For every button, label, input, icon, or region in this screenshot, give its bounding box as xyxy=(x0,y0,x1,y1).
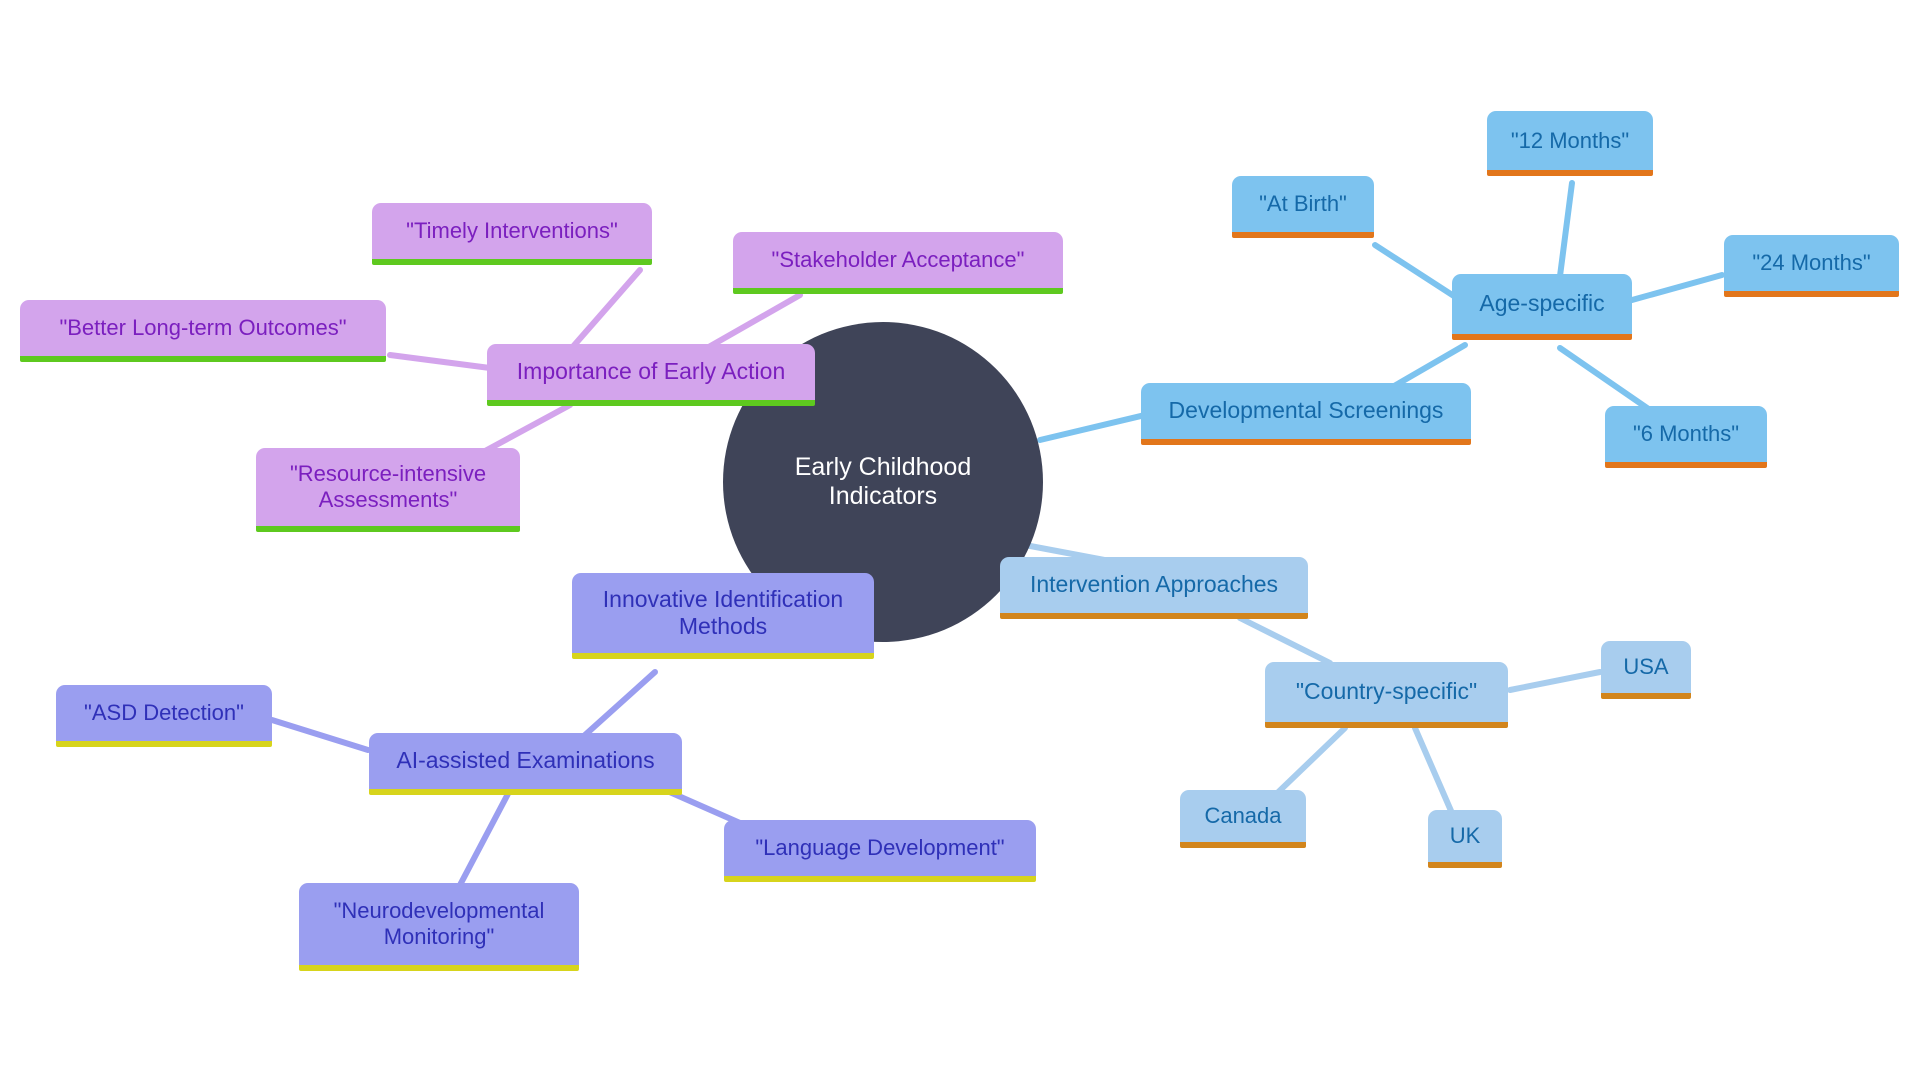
node-label-asd-detection: "ASD Detection" xyxy=(84,700,244,726)
node-uk[interactable]: UK xyxy=(1428,810,1502,868)
node-innovative-identification-methods[interactable]: Innovative Identification Methods xyxy=(572,573,874,659)
edge-country-to-usa xyxy=(1507,669,1603,693)
node-asd-detection[interactable]: "ASD Detection" xyxy=(56,685,272,747)
edge-agespecific-to-atbirth xyxy=(1372,242,1463,303)
node-label-neurodevelopmental-monitoring: "Neurodevelopmental Monitoring" xyxy=(333,898,545,949)
node-label-stakeholder-acceptance: "Stakeholder Acceptance" xyxy=(771,247,1025,273)
node-country-specific[interactable]: "Country-specific" xyxy=(1265,662,1508,728)
node-label-importance-of-early-action: Importance of Early Action xyxy=(516,358,786,385)
mindmap-canvas: Early Childhood Indicators Importance of… xyxy=(0,0,1920,1080)
node-language-development[interactable]: "Language Development" xyxy=(724,820,1036,882)
node-label-24-months: "24 Months" xyxy=(1752,250,1871,276)
node-6-months[interactable]: "6 Months" xyxy=(1605,406,1767,468)
node-label-language-development: "Language Development" xyxy=(755,835,1005,861)
node-label-6-months: "6 Months" xyxy=(1632,421,1740,447)
node-importance-of-early-action[interactable]: Importance of Early Action xyxy=(487,344,815,406)
node-label-timely-interventions: "Timely Interventions" xyxy=(406,218,618,244)
node-ai-assisted-examinations[interactable]: AI-assisted Examinations xyxy=(369,733,682,795)
edge-ai-to-asd xyxy=(269,717,371,753)
node-timely-interventions[interactable]: "Timely Interventions" xyxy=(372,203,652,265)
node-neurodevelopmental-monitoring[interactable]: "Neurodevelopmental Monitoring" xyxy=(299,883,579,971)
edge-root-to-screenings xyxy=(1037,412,1148,443)
edge-importance-to-outcomes xyxy=(387,352,493,371)
node-label-resource-intensive-assessments: "Resource-intensive Assessments" xyxy=(289,461,487,512)
node-stakeholder-acceptance[interactable]: "Stakeholder Acceptance" xyxy=(733,232,1063,294)
edge-ai-to-neuro xyxy=(457,787,513,888)
node-canada[interactable]: Canada xyxy=(1180,790,1306,848)
root-node-label: Early Childhood Indicators xyxy=(794,452,972,511)
node-label-intervention-approaches: Intervention Approaches xyxy=(1029,571,1279,598)
node-age-specific[interactable]: Age-specific xyxy=(1452,274,1632,340)
node-label-ai-assisted-examinations: AI-assisted Examinations xyxy=(396,747,655,774)
node-intervention-approaches[interactable]: Intervention Approaches xyxy=(1000,557,1308,619)
edge-agespecific-to-6months xyxy=(1557,345,1653,413)
node-12-months[interactable]: "12 Months" xyxy=(1487,111,1653,176)
node-label-usa: USA xyxy=(1623,654,1669,680)
node-label-innovative-identification-methods: Innovative Identification Methods xyxy=(602,585,844,639)
node-developmental-screenings[interactable]: Developmental Screenings xyxy=(1141,383,1471,445)
edge-intervention-to-country xyxy=(1237,615,1333,666)
node-label-12-months: "12 Months" xyxy=(1510,127,1630,153)
node-label-age-specific: Age-specific xyxy=(1479,290,1605,317)
node-label-country-specific: "Country-specific" xyxy=(1295,678,1478,705)
edge-innovative-to-ai xyxy=(582,669,658,738)
node-24-months[interactable]: "24 Months" xyxy=(1724,235,1899,297)
node-resource-intensive-assessments[interactable]: "Resource-intensive Assessments" xyxy=(256,448,520,532)
edge-agespecific-to-24months xyxy=(1629,272,1725,303)
edge-agespecific-to-12months xyxy=(1557,180,1575,279)
edge-country-to-uk xyxy=(1412,725,1458,823)
node-better-long-term-outcomes[interactable]: "Better Long-term Outcomes" xyxy=(20,300,386,362)
node-label-at-birth: "At Birth" xyxy=(1259,191,1347,217)
node-usa[interactable]: USA xyxy=(1601,641,1691,699)
node-label-canada: Canada xyxy=(1204,803,1282,829)
node-at-birth[interactable]: "At Birth" xyxy=(1232,176,1374,238)
node-label-developmental-screenings: Developmental Screenings xyxy=(1168,397,1444,424)
node-label-better-long-term-outcomes: "Better Long-term Outcomes" xyxy=(59,315,347,341)
edge-importance-to-timely xyxy=(567,267,643,353)
node-label-uk: UK xyxy=(1449,823,1481,849)
